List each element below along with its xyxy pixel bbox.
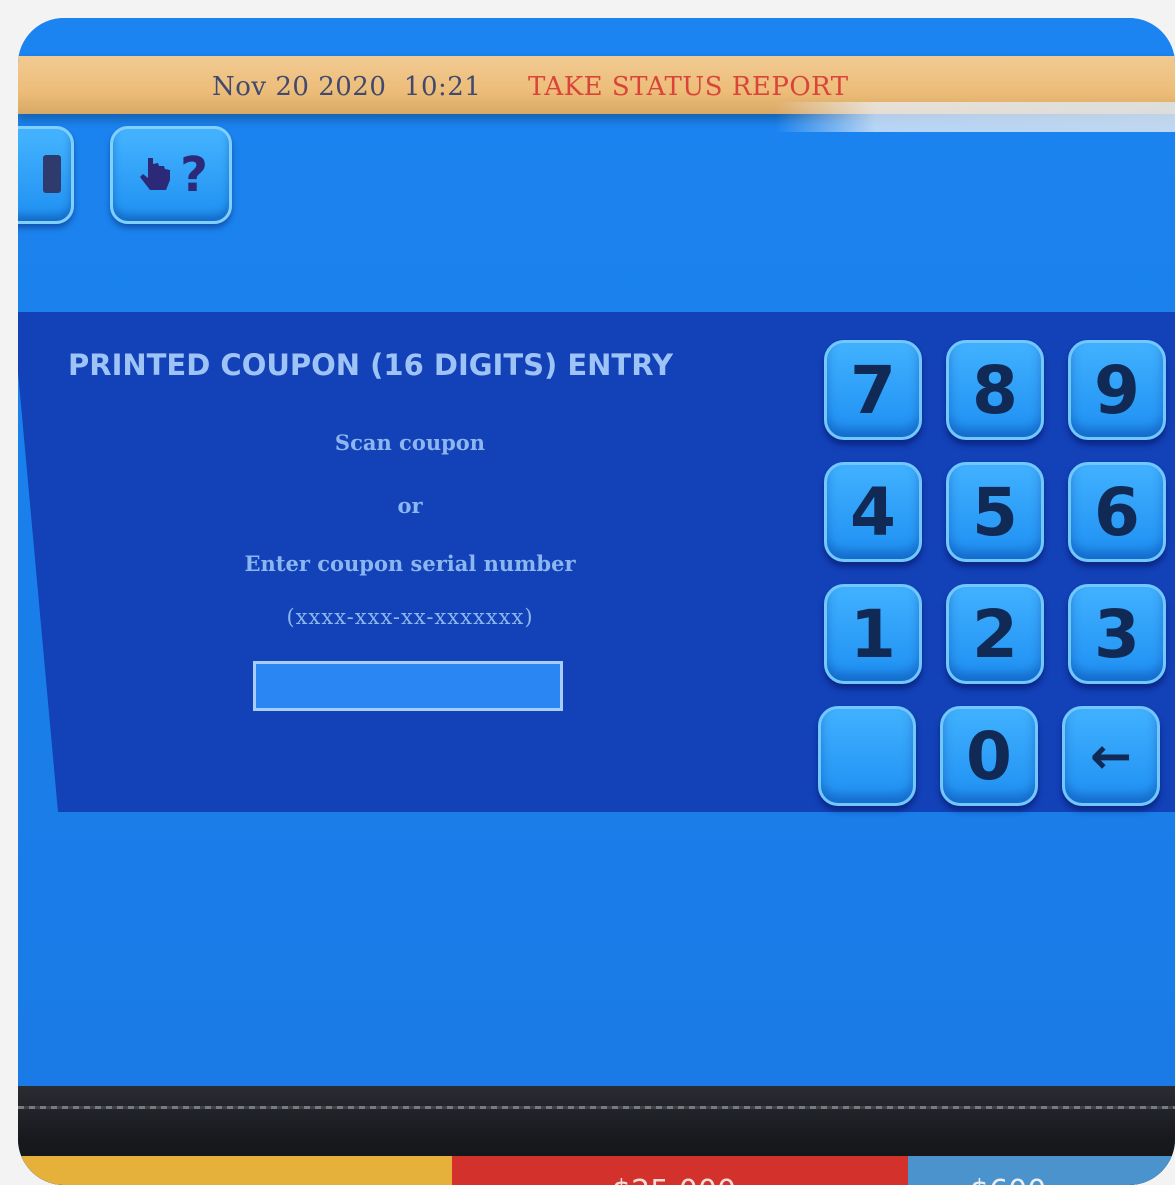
coupon-entry-title: PRINTED COUPON (16 DIGITS) ENTRY [68, 348, 673, 382]
enter-serial-instruction: Enter coupon serial number [244, 551, 576, 576]
scan-coupon-instruction: Scan coupon [334, 430, 486, 455]
key-5[interactable]: 5 [946, 462, 1044, 562]
key-backspace[interactable]: ← [1062, 706, 1160, 806]
status-datetime: Nov 20 2020 10:21 [212, 72, 481, 102]
help-question-mark: ? [180, 147, 208, 203]
status-time: 10:21 [403, 72, 482, 102]
key-1[interactable]: 1 [824, 584, 922, 684]
help-button[interactable]: ? [110, 126, 232, 224]
key-3[interactable]: 3 [1068, 584, 1166, 684]
key-7[interactable]: 7 [824, 340, 922, 440]
key-blank[interactable] [818, 706, 916, 806]
ticker-panel-yellow [18, 1156, 452, 1185]
ticker-red-amount: $25,000 [612, 1174, 736, 1185]
status-date: Nov 20 2020 [212, 72, 387, 102]
help-pointer-icon [140, 158, 171, 190]
key-9[interactable]: 9 [1068, 340, 1166, 440]
key-4[interactable]: 4 [824, 462, 922, 562]
key-2[interactable]: 2 [946, 584, 1044, 684]
key-0[interactable]: 0 [940, 706, 1038, 806]
kiosk-screen: Nov 20 2020 10:21 TAKE STATUS REPORT ? P… [18, 18, 1175, 1185]
status-alert-message: TAKE STATUS REPORT [528, 72, 849, 102]
ticker-panel-red: $25,000 [452, 1156, 908, 1185]
or-separator: or [397, 493, 423, 518]
key-8[interactable]: 8 [946, 340, 1044, 440]
home-button[interactable] [18, 126, 74, 224]
ticker-blue-amount: $600 [970, 1174, 1046, 1185]
ticker-panel-blue: $600 [908, 1156, 1175, 1185]
home-icon [43, 155, 61, 193]
coupon-serial-input[interactable] [253, 661, 563, 711]
key-6[interactable]: 6 [1068, 462, 1166, 562]
kiosk-photo-frame: Nov 20 2020 10:21 TAKE STATUS REPORT ? P… [18, 18, 1175, 1185]
serial-format-hint: (xxxx-xxx-xx-xxxxxxx) [286, 605, 534, 629]
bezel-divider [18, 1106, 1175, 1109]
screen-glare [775, 102, 1175, 132]
